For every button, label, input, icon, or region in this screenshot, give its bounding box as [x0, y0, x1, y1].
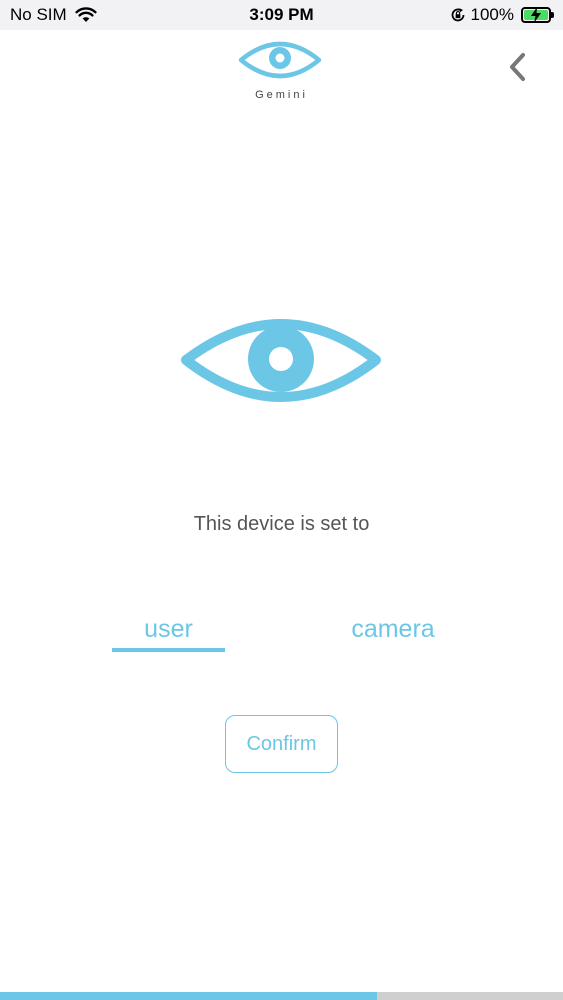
- status-right: 100%: [450, 5, 554, 25]
- device-role-screen: No SIM 3:09 PM 100% Gemini This device i…: [0, 0, 563, 1000]
- eye-icon: [238, 41, 322, 79]
- back-button[interactable]: [500, 47, 534, 87]
- confirm-button[interactable]: Confirm: [225, 715, 338, 773]
- device-role-prompt: This device is set to: [193, 513, 370, 535]
- option-user[interactable]: user: [112, 615, 225, 644]
- status-bar: No SIM 3:09 PM 100%: [0, 0, 563, 30]
- selected-option-underline: [112, 648, 225, 652]
- charging-bolt-icon: [531, 7, 541, 23]
- battery-nub: [551, 12, 554, 18]
- progress-fill: [0, 992, 378, 1000]
- option-camera[interactable]: camera: [333, 615, 453, 644]
- battery-percent: 100%: [470, 5, 514, 24]
- eye-icon: [181, 319, 381, 402]
- progress-bar: [0, 992, 563, 1000]
- battery-charging-icon: [521, 7, 554, 23]
- chevron-left-icon: [510, 53, 525, 81]
- orientation-lock-icon: [451, 8, 464, 22]
- brand-name: Gemini: [255, 89, 308, 101]
